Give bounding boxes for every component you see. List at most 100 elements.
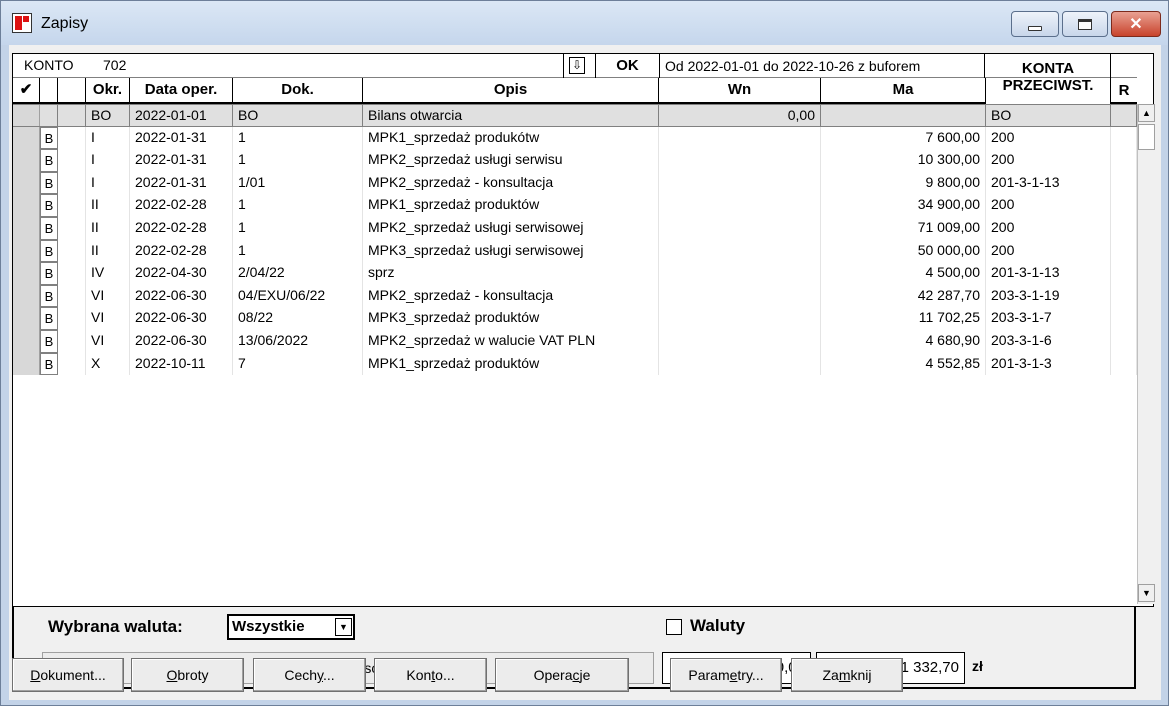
client-area: KONTO 702 ⇩ OK Od 2022-01-01 do 2022-10-… [9,45,1161,700]
row-selector[interactable] [13,239,40,263]
opis-column-header[interactable]: Opis [363,78,659,102]
row-okr: I [86,149,130,172]
scroll-down-button[interactable]: ▼ [1138,584,1155,602]
dok-column-header[interactable]: Dok. [233,78,363,102]
row-opis: MPK2_sprzedaż - konsultacja [363,171,659,195]
table-row[interactable]: B I 2022-01-31 1 MPK1_sprzedaż produkótw… [13,126,1137,150]
table-row[interactable]: B II 2022-02-28 1 MPK1_sprzedaż produktó… [13,194,1137,217]
waluty-checkbox[interactable] [666,619,682,635]
parametry-button[interactable]: Parametry... [670,658,782,692]
title-bar[interactable]: Zapisy ✕ [1,1,1168,45]
table-row[interactable]: B VI 2022-06-30 04/EXU/06/22 MPK2_sprzed… [13,284,1137,308]
row-blank-cell [58,284,86,308]
table-row[interactable]: B II 2022-02-28 1 MPK3_sprzedaż usługi s… [13,239,1137,263]
row-opis: sprz [363,262,659,285]
row-selector[interactable] [13,352,40,376]
import-icon[interactable]: ⇩ [569,57,585,74]
row-wn [659,330,821,353]
row-selector[interactable] [13,171,40,195]
row-konta: 203-3-1-7 [986,307,1111,330]
blank-column-header [58,78,86,102]
okr-column-header[interactable]: Okr. [86,78,130,102]
row-dok: 04/EXU/06/22 [233,284,363,308]
row-konta: 203-3-1-6 [986,330,1111,353]
ok-button[interactable]: OK [595,54,659,78]
row-okr: IV [86,262,130,285]
row-opis: MPK3_sprzedaż produktów [363,307,659,330]
maximize-button[interactable] [1062,11,1108,37]
row-selector[interactable] [13,262,40,285]
row-okr: II [86,239,130,263]
row-ma: 42 287,70 [821,284,986,308]
row-selector[interactable] [13,284,40,308]
row-wn [659,239,821,263]
operacje-button[interactable]: Operacje [495,658,629,692]
row-selector[interactable] [13,149,40,172]
period-range[interactable]: Od 2022-01-01 do 2022-10-26 z buforem [659,54,985,78]
row-b-cell: B [40,352,58,376]
obroty-button[interactable]: Obroty [131,658,244,692]
row-data: 2022-06-30 [130,330,233,353]
table-row[interactable]: B VI 2022-06-30 13/06/2022 MPK2_sprzedaż… [13,330,1137,353]
currency-select[interactable]: Wszystkie ▼ [227,614,355,640]
waluty-label: Waluty [690,616,746,635]
minimize-button[interactable] [1011,11,1059,37]
table-row[interactable]: B X 2022-10-11 7 MPK1_sprzedaż produktów… [13,352,1137,376]
konto-number[interactable]: 702 [103,57,126,73]
row-data: 2022-01-01 [130,105,233,126]
row-selector[interactable] [13,126,40,150]
row-selector[interactable] [13,105,40,126]
zamknij-button[interactable]: Zamknij [791,658,903,692]
row-data: 2022-01-31 [130,126,233,150]
row-r [1111,149,1137,172]
row-dok: BO [233,105,363,126]
row-selector[interactable] [13,330,40,353]
row-ma [821,105,986,126]
row-b-cell: B [40,149,58,172]
row-dok: 2/04/22 [233,262,363,285]
row-okr: X [86,352,130,376]
chevron-down-icon[interactable]: ▼ [335,618,352,636]
row-r [1111,284,1137,308]
table-row[interactable]: B VI 2022-06-30 08/22 MPK3_sprzedaż prod… [13,307,1137,330]
table-row[interactable]: B IV 2022-04-30 2/04/22 sprz 4 500,00 20… [13,262,1137,285]
row-selector[interactable] [13,217,40,240]
scroll-up-button[interactable]: ▲ [1138,104,1155,122]
dokument-button[interactable]: Dokument... [12,658,124,692]
b-column-header [40,78,58,102]
row-konta: 201-3-1-13 [986,171,1111,195]
row-opis: Bilans otwarcia [363,105,659,126]
cechy-button[interactable]: Cechy... [253,658,366,692]
check-column-header[interactable]: ✔ [13,78,40,102]
row-ma: 50 000,00 [821,239,986,263]
row-okr: II [86,217,130,240]
row-konta: 200 [986,194,1111,217]
row-data: 2022-01-31 [130,171,233,195]
arrow-down-icon: ▼ [1142,588,1151,598]
row-selector[interactable] [13,307,40,330]
minimize-icon [1028,25,1042,31]
r-column-header[interactable]: R [1111,78,1137,104]
row-wn [659,126,821,150]
row-b-cell: B [40,307,58,330]
scroll-thumb[interactable] [1138,124,1155,150]
row-ma: 11 702,25 [821,307,986,330]
table-row[interactable]: B I 2022-01-31 1/01 MPK2_sprzedaż - kons… [13,171,1137,195]
close-button[interactable]: ✕ [1111,11,1161,37]
wn-column-header[interactable]: Wn [659,78,821,102]
ma-column-header[interactable]: Ma [821,78,986,102]
konto-button[interactable]: Konto... [374,658,487,692]
konta-header-line2: PRZECIWST. [1002,77,1094,94]
konta-header-line1: KONTA [1021,60,1075,77]
data-column-header[interactable]: Data oper. [130,78,233,102]
table-row-bo[interactable]: BO 2022-01-01 BO Bilans otwarcia 0,00 BO [13,104,1137,127]
row-opis: MPK2_sprzedaż w walucie VAT PLN [363,330,659,353]
table-row[interactable]: B I 2022-01-31 1 MPK2_sprzedaż usługi se… [13,149,1137,172]
row-selector[interactable] [13,194,40,217]
row-opis: MPK1_sprzedaż produktów [363,194,659,217]
table-row[interactable]: B II 2022-02-28 1 MPK2_sprzedaż usługi s… [13,217,1137,240]
row-dok: 1 [233,194,363,217]
row-b-cell: B [40,239,58,263]
row-konta: 201-3-1-3 [986,352,1111,376]
vertical-scrollbar[interactable]: ▲ ▼ [1137,104,1155,604]
